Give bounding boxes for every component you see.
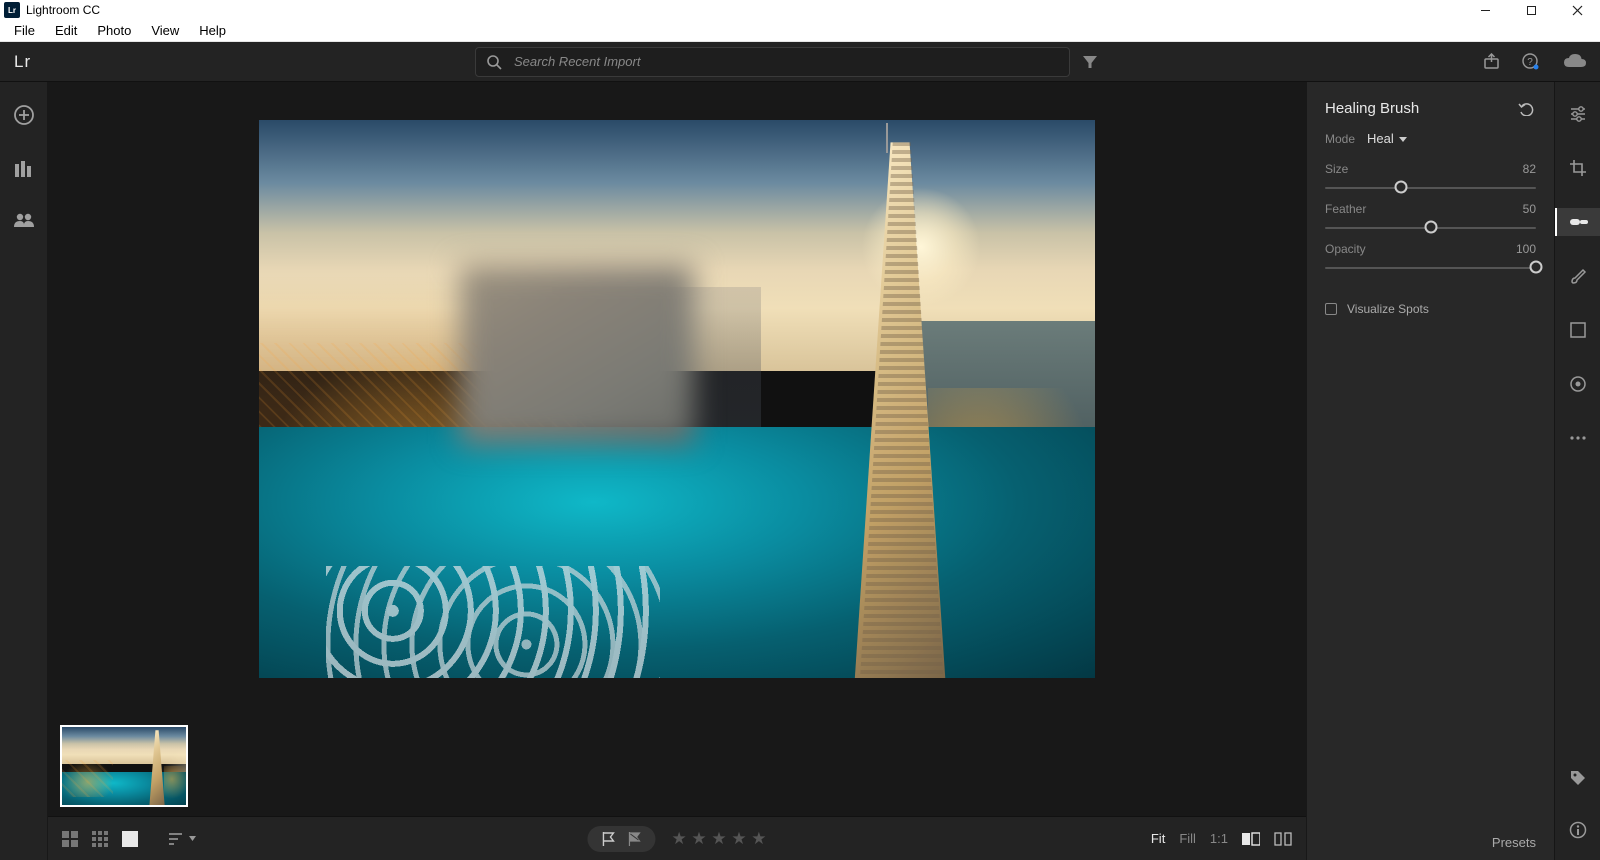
window-close-button[interactable] [1554,0,1600,20]
svg-text:?: ? [1527,57,1533,68]
help-icon[interactable]: ? [1522,53,1540,71]
menu-help[interactable]: Help [189,21,236,40]
add-photos-button[interactable] [13,104,35,126]
filmstrip-thumbnail[interactable] [60,725,188,807]
photo-preview [259,120,1095,678]
my-photos-button[interactable] [14,160,34,178]
filter-button[interactable] [1082,54,1098,70]
zoom-1-1[interactable]: 1:1 [1210,831,1228,846]
size-slider[interactable] [1325,178,1536,196]
before-after-icon[interactable] [1242,832,1260,846]
cloud-sync-icon[interactable] [1562,53,1588,71]
info-icon[interactable] [1555,816,1600,844]
sort-button[interactable] [168,832,197,846]
menubar: File Edit Photo View Help [0,20,1600,42]
app-header: Lr ? [0,42,1600,82]
healing-brush-panel: Healing Brush Mode Heal Size 82 Feather 50… [1306,82,1554,860]
visualize-spots-checkbox[interactable]: Visualize Spots [1325,302,1536,316]
opacity-value[interactable]: 100 [1516,242,1536,256]
show-original-icon[interactable] [1274,832,1292,846]
bottom-toolbar: ★ ★ ★ ★ ★ Fit Fill 1:1 [48,816,1306,860]
lightroom-logo: Lr [14,52,31,72]
window-minimize-button[interactable] [1462,0,1508,20]
search-icon [486,54,502,70]
photo-canvas[interactable] [48,82,1306,716]
linear-gradient-icon[interactable] [1555,316,1600,344]
feather-slider[interactable] [1325,218,1536,236]
mode-select[interactable]: Heal [1367,131,1408,146]
opacity-slider[interactable] [1325,258,1536,276]
app-icon: Lr [4,2,20,18]
view-single-icon[interactable] [122,831,138,847]
shared-button[interactable] [13,212,35,228]
presets-button[interactable]: Presets [1492,835,1536,850]
flag-pick-icon[interactable] [601,831,615,847]
brush-icon[interactable] [1555,262,1600,290]
view-square-grid-icon[interactable] [92,831,108,847]
window-title: Lightroom CC [26,3,100,17]
more-icon[interactable] [1555,424,1600,452]
edit-tool-rail [1554,82,1600,860]
radial-gradient-icon[interactable] [1555,370,1600,398]
zoom-fit[interactable]: Fit [1151,831,1165,846]
edit-sliders-icon[interactable] [1555,100,1600,128]
feather-label: Feather [1325,202,1366,216]
search-input[interactable] [512,53,1059,70]
window-maximize-button[interactable] [1508,0,1554,20]
menu-view[interactable]: View [141,21,189,40]
flag-reject-icon[interactable] [627,831,641,847]
panel-title: Healing Brush [1325,100,1419,117]
opacity-label: Opacity [1325,242,1366,256]
window-titlebar: Lr Lightroom CC [0,0,1600,20]
menu-edit[interactable]: Edit [45,21,87,40]
size-label: Size [1325,162,1348,176]
mode-label: Mode [1325,132,1355,146]
healing-brush-icon[interactable] [1555,208,1600,236]
left-nav-rail [0,82,48,860]
reset-icon[interactable] [1518,102,1536,116]
visualize-spots-label: Visualize Spots [1347,302,1429,316]
feather-value[interactable]: 50 [1523,202,1536,216]
filmstrip [48,716,1306,816]
crop-icon[interactable] [1555,154,1600,182]
size-value[interactable]: 82 [1523,162,1536,176]
rating-stars[interactable]: ★ ★ ★ ★ ★ [671,829,766,849]
menu-file[interactable]: File [4,21,45,40]
zoom-fill[interactable]: Fill [1179,831,1196,846]
tag-icon[interactable] [1555,764,1600,792]
share-icon[interactable] [1483,53,1500,70]
flag-controls [587,826,655,852]
checkbox-icon [1325,303,1337,315]
search-field[interactable] [475,47,1070,77]
menu-photo[interactable]: Photo [87,21,141,40]
view-grid-icon[interactable] [62,831,78,847]
